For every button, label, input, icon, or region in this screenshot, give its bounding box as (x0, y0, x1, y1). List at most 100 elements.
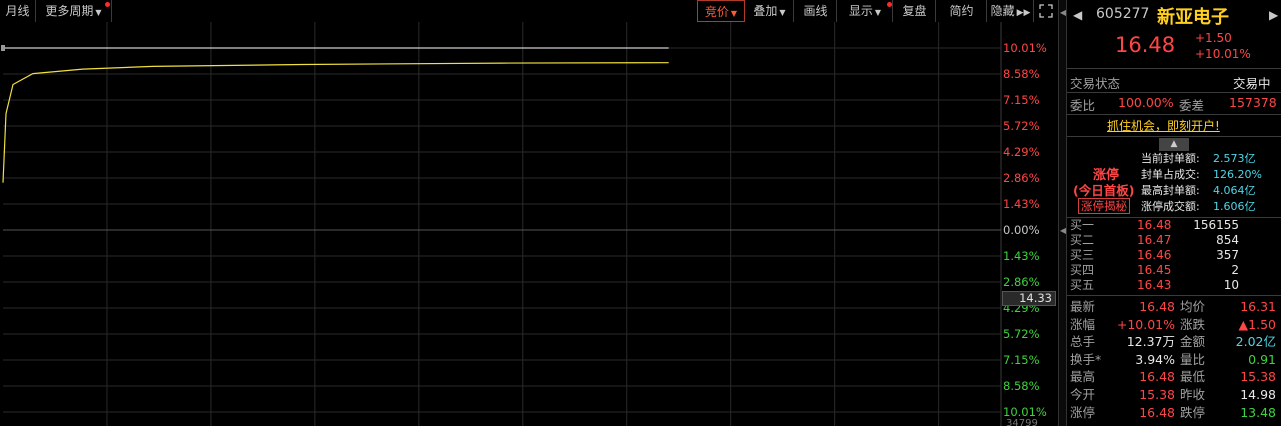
chart-panel: 月线 更多周期 ▼ 竞价 ▼ 叠加 ▼ 画线 显示 ▼ 复盘 简约 隐藏 ▶▶ 10.01… (0, 0, 1058, 426)
display-label: 显示 (848, 4, 873, 18)
order-volume: 2 (1231, 263, 1239, 277)
order-ratio-label: 委比 (1070, 98, 1096, 113)
order-book-row[interactable]: 买一 16.48 156155 (1067, 219, 1281, 232)
quote-label: 总手 (1070, 334, 1096, 350)
order-level-label: 买五 (1070, 278, 1095, 292)
quote-label: 最低 (1180, 369, 1206, 385)
quote-row: 涨幅 +10.01% 涨跌 ▲1.50 (1067, 316, 1281, 333)
month-line-label: 月线 (5, 4, 30, 18)
divider (1067, 295, 1281, 296)
more-periods-button[interactable]: 更多周期 ▼ (36, 0, 112, 22)
notification-dot-icon (887, 2, 892, 7)
y-tick-label: 7.15% (1003, 353, 1040, 367)
quote-label: 金额 (1180, 334, 1206, 350)
quote-row: 换手* 3.94% 量比 0.91 (1067, 351, 1281, 368)
quote-label: 均价 (1180, 299, 1206, 314)
prev-stock-icon[interactable]: ◀ (1073, 8, 1082, 22)
quote-label: 涨停 (1070, 404, 1096, 420)
quote-value: 2.02亿 (1235, 334, 1276, 350)
seal-stat-label: 封单占成交: (1141, 168, 1200, 181)
order-level-label: 买二 (1070, 233, 1095, 247)
draw-line-button[interactable]: 画线 (795, 0, 837, 22)
draw-line-label: 画线 (803, 4, 828, 18)
simple-button[interactable]: 简约 (937, 0, 987, 22)
order-book-row[interactable]: 买三 16.46 357 (1067, 249, 1281, 262)
order-diff-label: 委差 (1179, 98, 1205, 113)
start-marker-icon (1, 45, 5, 51)
chevron-left-icon[interactable]: ◀ (1059, 226, 1067, 235)
quote-value: 16.48 (1139, 404, 1175, 420)
chevron-left-icon[interactable]: ◀ (1059, 8, 1067, 17)
order-book-row[interactable]: 买四 16.45 2 (1067, 264, 1281, 277)
quote-label: 最新 (1070, 299, 1096, 314)
y-tick-label: 5.72% (1003, 327, 1040, 341)
quote-label: 跌停 (1180, 404, 1206, 420)
y-tick-label: 7.15% (1003, 93, 1040, 107)
quote-label: 涨幅 (1070, 316, 1096, 332)
order-level-label: 买三 (1070, 248, 1095, 262)
limit-up-subtitle: (今日首板) (1073, 183, 1135, 198)
hide-button[interactable]: 隐藏 ▶▶ (988, 0, 1034, 22)
more-periods-label: 更多周期 (45, 4, 94, 18)
quote-row: 总手 12.37万 金额 2.02亿 (1067, 333, 1281, 350)
quote-value: 3.94% (1135, 351, 1175, 367)
seal-stat-label: 最高封单额: (1141, 184, 1200, 197)
open-account-link[interactable]: 抓住机会，即刻开户! (1107, 117, 1220, 134)
overlay-label: 叠加 (753, 4, 778, 18)
divider (1067, 92, 1281, 93)
divider (1067, 68, 1281, 69)
review-button[interactable]: 复盘 (894, 0, 936, 22)
seal-stat-row: 涨停成交额: 1.606亿 (1141, 199, 1281, 215)
quote-label: 昨收 (1180, 387, 1206, 402)
y-tick-label: 1.43% (1003, 197, 1040, 211)
y-tick-label: 8.58% (1003, 379, 1040, 393)
y-tick-label: 5.72% (1003, 119, 1040, 133)
next-stock-icon[interactable]: ▶ (1269, 8, 1278, 22)
last-price: 16.48 (1115, 33, 1176, 57)
panel-splitter[interactable]: ◀ ◀ (1058, 0, 1067, 426)
quote-value: 12.37万 (1126, 334, 1175, 350)
volume-tick-label: 34799 (1006, 418, 1038, 426)
quote-label: 涨跌 (1180, 316, 1206, 332)
seal-stat-row: 当前封单额: 2.573亿 (1141, 151, 1281, 167)
order-price: 16.48 (1137, 218, 1172, 232)
seal-stat-row: 最高封单额: 4.064亿 (1141, 183, 1281, 199)
trading-status-label: 交易状态 (1070, 76, 1121, 91)
price-line (2, 62, 669, 183)
quote-label: 换手* (1070, 351, 1102, 367)
quote-value: 13.48 (1240, 404, 1276, 420)
order-book-row[interactable]: 买二 16.47 854 (1067, 234, 1281, 247)
intraday-chart[interactable]: 10.01% 8.58% 7.15% 5.72% 4.29% 2.86% 1.43% 0.00… (0, 22, 1058, 426)
order-book-row[interactable]: 买五 16.43 10 (1067, 279, 1281, 292)
order-level-label: 买四 (1070, 263, 1095, 277)
seal-stat-row: 封单占成交: 126.20% (1141, 167, 1281, 183)
y-tick-label: 2.86% (1003, 171, 1040, 185)
seal-stat-value: 2.573亿 (1213, 152, 1256, 165)
y-tick-label: 10.01% (1003, 41, 1047, 55)
expand-button[interactable] (1035, 0, 1057, 22)
quote-value: 16.48 (1139, 299, 1175, 314)
order-volume: 357 (1216, 248, 1239, 262)
quote-row: 最高 16.48 最低 15.38 (1067, 368, 1281, 385)
y-tick-label: 10.01% (1003, 405, 1047, 419)
display-button[interactable]: 显示 ▼ (838, 0, 893, 22)
seal-stat-value: 1.606亿 (1213, 200, 1256, 213)
simple-label: 简约 (949, 4, 974, 18)
y-tick-label: 4.29% (1003, 145, 1040, 159)
quote-value: 16.48 (1139, 369, 1175, 385)
y-tick-label: 0.00% (1003, 223, 1040, 237)
order-volume: 10 (1223, 278, 1239, 292)
seal-stat-value: 126.20% (1213, 168, 1262, 181)
quote-label: 量比 (1180, 351, 1206, 367)
quote-panel: ◀ 605277 新亚电子 ▶ 16.48 +1.50 +10.01% 交易状态… (1067, 0, 1281, 426)
quote-value: +10.01% (1116, 316, 1175, 332)
overlay-button[interactable]: 叠加 ▼ (746, 0, 794, 22)
dropdown-arrow-icon: ▼ (779, 8, 786, 17)
limit-up-reveal-button[interactable]: 涨停揭秘 (1078, 198, 1130, 214)
auction-button[interactable]: 竞价 ▼ (697, 0, 745, 22)
divider (1067, 136, 1281, 137)
month-line-button[interactable]: 月线 (0, 0, 36, 22)
quote-value: 14.98 (1240, 387, 1276, 402)
collapse-icon[interactable]: ▲ (1159, 138, 1189, 151)
y-tick-label: 1.43% (1003, 249, 1040, 263)
